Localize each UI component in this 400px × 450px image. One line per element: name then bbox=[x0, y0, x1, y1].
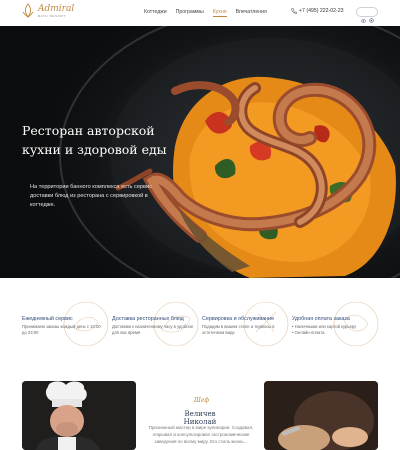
main-nav: Коттеджи Программы Кухня Впечатления bbox=[144, 9, 267, 17]
cooking-image bbox=[264, 381, 378, 450]
service-text: Подадим в вашем стиле и термосы в эстети… bbox=[202, 324, 275, 335]
phone-number: +7 (495) 222-02-23 bbox=[299, 8, 344, 14]
theme-toggle[interactable] bbox=[356, 7, 378, 23]
service-text: • Наличными или картой курьеру • Онлайн-… bbox=[292, 324, 357, 335]
nav-item-programs[interactable]: Программы bbox=[176, 9, 204, 17]
service-text: Принимаем заказы каждый день с 10:00 до … bbox=[22, 324, 101, 335]
service-delivery: Доставка ресторанных блюд Доставим к наз… bbox=[112, 298, 202, 354]
hero-description: На территории банного комплекса есть сер… bbox=[30, 184, 152, 208]
logo-lotus-icon bbox=[22, 3, 34, 18]
phone-icon bbox=[291, 8, 297, 14]
theme-toggle-icon bbox=[369, 10, 374, 23]
hero-title: Ресторан авторской кухни и здоровой еды bbox=[22, 123, 167, 157]
service-daily: Ежедневный сервис Принимаем заказы кажды… bbox=[22, 298, 112, 354]
service-title: Удобная оплата заказа bbox=[292, 316, 350, 322]
chef-label: Шеф bbox=[194, 397, 210, 404]
logo-name: Admiral bbox=[38, 3, 75, 14]
chef-portrait-image bbox=[22, 381, 136, 450]
logo-subtitle: BATH RESORT bbox=[38, 13, 66, 18]
service-title: Ежедневный сервис bbox=[22, 316, 73, 322]
chef-photo bbox=[22, 381, 136, 450]
hero-banner: Ресторан авторской кухни и здоровой еды … bbox=[0, 26, 400, 278]
eye-icon bbox=[361, 10, 366, 23]
chef-description: Признанный мастер в мире кулинарии. Созд… bbox=[148, 425, 254, 444]
service-text: Доставим к назначенному часу в удобное д… bbox=[112, 324, 194, 335]
nav-item-impressions[interactable]: Впечатления bbox=[236, 9, 267, 17]
nav-item-kitchen[interactable]: Кухня bbox=[212, 9, 227, 17]
site-header: Admiral BATH RESORT Коттеджи Программы К… bbox=[0, 0, 400, 26]
service-title: Доставка ресторанных блюд bbox=[112, 316, 184, 322]
cooking-photo bbox=[264, 381, 378, 450]
nav-item-cottages[interactable]: Коттеджи bbox=[144, 9, 167, 17]
phone-link[interactable]: +7 (495) 222-02-23 bbox=[291, 8, 344, 14]
logo[interactable]: Admiral BATH RESORT bbox=[22, 3, 74, 19]
service-payment: Удобная оплата заказа • Наличными или ка… bbox=[292, 298, 382, 354]
service-title: Сервировка и обслуживание bbox=[202, 316, 275, 322]
services-strip: Ежедневный сервис Принимаем заказы кажды… bbox=[0, 298, 400, 354]
service-serving: Сервировка и обслуживание Подадим в ваше… bbox=[202, 298, 292, 354]
